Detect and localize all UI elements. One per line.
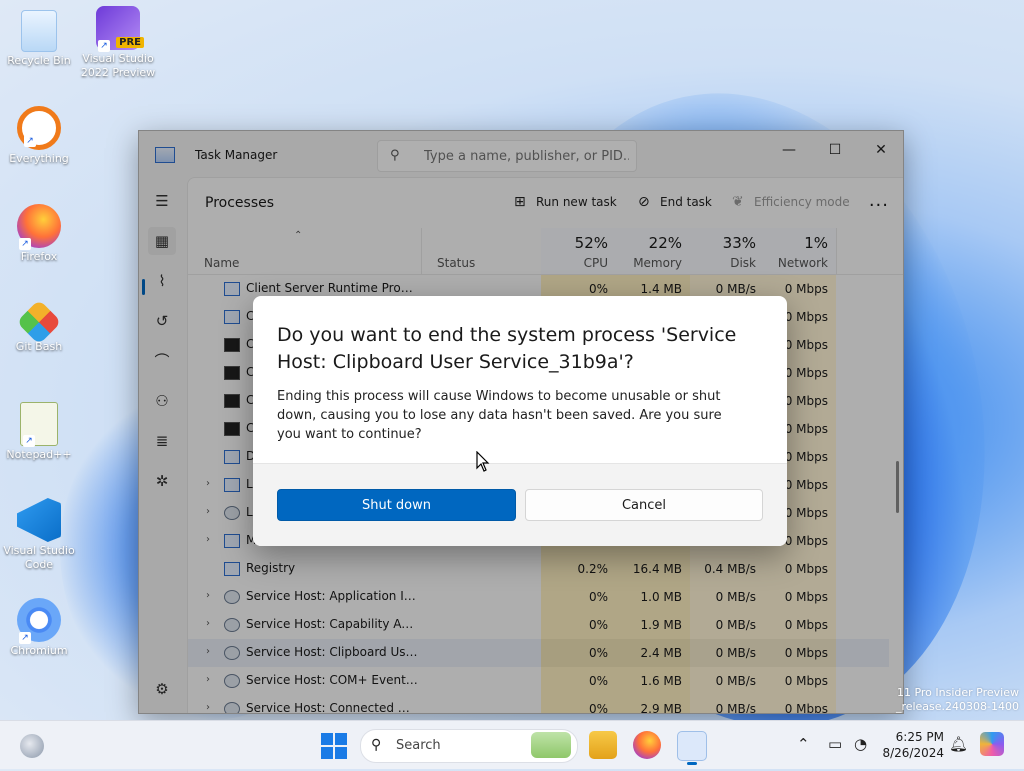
windows-logo-icon bbox=[321, 747, 333, 759]
windows-logo-icon bbox=[335, 747, 347, 759]
copilot-icon[interactable] bbox=[980, 732, 1004, 756]
windows-logo-icon bbox=[321, 733, 333, 745]
desktop-icon-vscode[interactable]: Visual Studio Code bbox=[0, 498, 79, 572]
shortcut-arrow-icon: ↗ bbox=[98, 40, 110, 52]
taskbar-search-label: Search bbox=[396, 738, 441, 753]
desktop-icon-label: Git Bash bbox=[15, 340, 63, 353]
desktop-icon-label: Firefox bbox=[20, 250, 58, 263]
desktop-icon-recycle-bin[interactable]: Recycle Bin bbox=[0, 10, 79, 68]
system-clock[interactable]: 6:25 PM 8/26/2024 bbox=[880, 729, 944, 761]
watermark-line: _release.240308-1400 bbox=[895, 700, 1019, 713]
desktop-icon-firefox[interactable]: ↗ Firefox bbox=[0, 204, 79, 264]
desktop-icon-git-bash[interactable]: Git Bash bbox=[0, 299, 79, 354]
end-process-dialog: Do you want to end the system process 'S… bbox=[253, 296, 787, 546]
volume-icon[interactable]: ◔ bbox=[854, 735, 867, 753]
desktop-icon-label: Visual Studio 2022 Preview bbox=[80, 52, 156, 79]
git-bash-icon bbox=[16, 299, 62, 345]
firefox-taskbar-icon[interactable] bbox=[633, 731, 661, 759]
desktop-icon-label: Everything bbox=[9, 152, 69, 165]
widgets-icon[interactable] bbox=[20, 734, 44, 758]
notifications-bell-icon[interactable]: 🔔︎ bbox=[949, 735, 968, 753]
shortcut-arrow-icon: ↗ bbox=[24, 135, 36, 147]
everything-search-icon: ↗ bbox=[17, 106, 61, 150]
desktop-icon-chromium[interactable]: ↗ Chromium bbox=[0, 598, 79, 658]
desktop-icon-label: Recycle Bin bbox=[7, 54, 71, 67]
chromium-icon: ↗ bbox=[17, 598, 61, 644]
file-explorer-icon[interactable] bbox=[589, 731, 617, 759]
shortcut-arrow-icon: ↗ bbox=[19, 238, 31, 250]
taskbar-search-box[interactable]: ⚲ Search bbox=[360, 729, 578, 763]
vscode-icon bbox=[17, 498, 61, 542]
desktop-icon-visual-studio-preview[interactable]: PRE ↗ Visual Studio 2022 Preview bbox=[78, 6, 158, 80]
desktop-icon-label: Visual Studio Code bbox=[3, 544, 75, 571]
task-manager-taskbar-icon[interactable] bbox=[677, 731, 707, 765]
clock-date: 8/26/2024 bbox=[882, 746, 944, 760]
windows-logo-icon bbox=[335, 733, 347, 745]
desktop-icon-everything[interactable]: ↗ Everything bbox=[0, 106, 79, 166]
dialog-footer: Shut down Cancel bbox=[253, 463, 787, 546]
shortcut-arrow-icon: ↗ bbox=[23, 435, 35, 447]
firefox-icon: ↗ bbox=[17, 204, 61, 250]
network-icon[interactable]: ▭ bbox=[828, 735, 842, 753]
shut-down-button[interactable]: Shut down bbox=[277, 489, 516, 521]
desktop-icon-notepadpp[interactable]: ↗ Notepad++ bbox=[0, 402, 79, 462]
visual-studio-preview-icon: PRE ↗ bbox=[96, 6, 144, 52]
dialog-title: Do you want to end the system process 'S… bbox=[277, 324, 737, 373]
search-highlight-image bbox=[531, 732, 571, 758]
pre-badge: PRE bbox=[116, 37, 144, 48]
dialog-message: Ending this process will cause Windows t… bbox=[277, 389, 722, 442]
start-button[interactable] bbox=[321, 733, 347, 759]
recycle-bin-icon bbox=[21, 10, 57, 52]
search-icon: ⚲ bbox=[371, 737, 382, 753]
os-build-watermark: 11 Pro Insider Preview _release.240308-1… bbox=[896, 686, 1019, 714]
taskbar: ⚲ Search ⌃ ▭ ◔ 6:25 PM 8/26/2024 🔔︎ bbox=[0, 720, 1024, 769]
show-hidden-icons-chevron-icon[interactable]: ⌃ bbox=[797, 735, 810, 753]
desktop-icon-label: Chromium bbox=[10, 644, 68, 657]
clock-time: 6:25 PM bbox=[895, 730, 944, 744]
watermark-line: 11 Pro Insider Preview bbox=[896, 686, 1019, 699]
desktop-icon-label: Notepad++ bbox=[6, 448, 72, 461]
cancel-button[interactable]: Cancel bbox=[525, 489, 763, 521]
mouse-cursor-icon bbox=[476, 451, 490, 472]
notepadpp-icon: ↗ bbox=[20, 402, 58, 447]
shortcut-arrow-icon: ↗ bbox=[19, 632, 31, 644]
